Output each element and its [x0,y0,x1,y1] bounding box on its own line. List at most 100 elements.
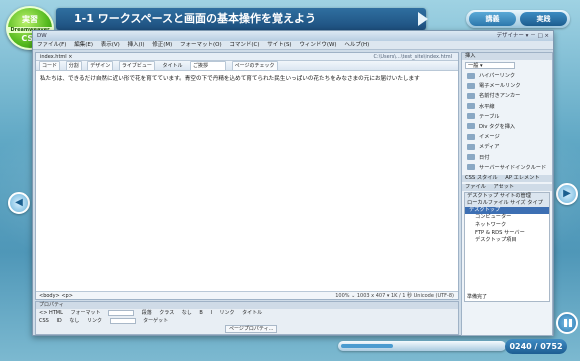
insert-ssi[interactable]: サーバーサイドインクルード [462,163,552,173]
window-controls[interactable]: デザイナー ▾ － □ × [497,31,549,41]
mode-lecture-button[interactable]: 講義 [469,12,516,26]
media-icon [467,143,475,150]
page-properties-button[interactable]: ページプロパティ... [225,325,278,333]
title-label: タイトル [162,63,183,69]
next-arrow-icon[interactable]: ▶ [556,183,578,205]
tree-item-network[interactable]: ネットワーク [465,222,549,230]
document-toolbar: コード 分割 デザイン ライブビュー タイトル ご挨拶 ページのチェック [36,61,458,71]
css-panel-tabs: CSS スタイル AP エレメント [462,174,552,182]
tag-selector[interactable]: <body> <p> [39,293,73,299]
table-icon [467,113,475,120]
menu-commands[interactable]: コマンド(C) [229,42,259,48]
insert-media[interactable]: メディア [462,142,552,152]
menu-window[interactable]: ウィンドウ(W) [299,42,336,48]
badge-label: 実習 [22,15,38,24]
files-panel: デスクトップ サイトの管理 ローカルファイル サイズ タイプ デスクトップ コン… [464,191,550,302]
split-view-button[interactable]: 分割 [65,61,82,71]
anchor-icon [467,92,475,99]
property-row-1: <> HTML フォーマット 段落 クラス なし B I リンク タイトル [36,309,458,317]
title-input[interactable]: ご挨拶 [190,61,227,71]
tab-ap-elements[interactable]: AP エレメント [505,175,539,181]
play-icon[interactable] [418,12,428,26]
time-display: 0240 / 0752 [505,339,567,354]
insert-div[interactable]: Div タグを挿入 [462,122,552,132]
email-icon [467,82,475,89]
live-view-button[interactable]: ライブビュー [118,61,155,71]
menu-modify[interactable]: 修正(M) [152,42,172,48]
link-input[interactable] [109,317,136,324]
menu-edit[interactable]: 編集(E) [74,42,93,48]
menu-file[interactable]: ファイル(F) [37,42,66,48]
div-icon [467,123,475,130]
window-titlebar: DW デザイナー ▾ － □ × [33,31,553,41]
tree-item-computer[interactable]: コンピューター [465,214,549,222]
status-info: 100% ⌄ 1003 x 407 ▾ 1K / 1 秒 Unicode (UT… [335,293,454,299]
property-header: プロパティ [36,302,458,309]
image-icon [467,133,475,140]
insert-image[interactable]: イメージ [462,132,552,142]
server-include-icon [467,164,475,171]
property-row-2: CSS ID なし リンク ターゲット [36,317,458,325]
design-view-button[interactable]: デザイン [87,61,114,71]
progress-fill [341,344,393,348]
status-bar: <body> <p> 100% ⌄ 1003 x 407 ▾ 1K / 1 秒 … [36,291,458,299]
target-label: ターゲット [143,318,169,324]
tab-assets[interactable]: アセット [493,184,514,190]
menu-insert[interactable]: 挿入(I) [128,42,145,48]
document-tab[interactable]: index.html × [40,54,72,60]
check-page-button[interactable]: ページのチェック [231,61,278,71]
design-canvas[interactable]: 私たちは、できるだけ自然に近い形で花を育てています。青空の下で丹精を込めて育てら… [36,71,458,87]
css-mode-button[interactable]: CSS [39,318,49,324]
id-label: ID [56,318,62,324]
insert-category-select[interactable]: 一般 ▾ [465,62,515,69]
horizontal-rule-icon [467,103,475,110]
menu-site[interactable]: サイト(S) [267,42,291,48]
format-select[interactable] [108,309,135,316]
insert-email-link[interactable]: 電子メールリンク [462,81,552,91]
hyperlink-icon [467,72,475,79]
tab-files[interactable]: ファイル [465,184,486,190]
date-icon [467,154,475,160]
panel-group: 挿入 一般 ▾ ハイパーリンク 電子メールリンク 名前付きアンカー 水平線 テー… [461,52,553,336]
html-mode-button[interactable]: <> HTML [39,310,63,316]
file-tree: デスクトップ コンピューター ネットワーク FTP & RDS サーバー デスク… [465,206,549,245]
mode-switch: 講義 実践 [466,10,570,28]
insert-table[interactable]: テーブル [462,112,552,122]
app-logo: DW [37,33,47,39]
files-columns: ローカルファイル サイズ タイプ [465,199,549,207]
files-location[interactable]: デスクトップ サイトの管理 [465,192,549,200]
previous-arrow-icon[interactable]: ◀ [8,192,30,214]
mode-practice-button[interactable]: 実践 [520,12,567,26]
italic-button[interactable]: I [210,310,211,316]
code-view-button[interactable]: コード [39,61,61,71]
insert-anchor[interactable]: 名前付きアンカー [462,91,552,101]
pause-icon[interactable] [556,312,578,334]
insert-date[interactable]: 日付 [462,153,552,163]
property-row-3: ページプロパティ... [36,325,458,333]
tab-css-styles[interactable]: CSS スタイル [465,175,498,181]
class-value[interactable]: なし [182,310,192,316]
files-status: 準備完了 [467,293,488,300]
insert-hr[interactable]: 水平線 [462,102,552,112]
insert-panel-header[interactable]: 挿入 [462,53,552,60]
link-label-1: リンク [219,310,235,316]
menu-help[interactable]: ヘルプ(H) [344,42,369,48]
insert-hyperlink[interactable]: ハイパーリンク [462,71,552,81]
files-panel-tabs: ファイル アセット [462,183,552,191]
document-pane: index.html × C:\Users\...\test_site\inde… [35,52,459,300]
format-value: 段落 [141,310,152,316]
menu-bar: ファイル(F) 編集(E) 表示(V) 挿入(I) 修正(M) フォーマット(O… [33,41,553,50]
id-value[interactable]: なし [69,318,79,324]
format-label: フォーマット [70,310,101,316]
menu-format[interactable]: フォーマット(O) [180,42,222,48]
tree-item-desktop-items[interactable]: デスクトップ項目 [465,237,549,245]
menu-view[interactable]: 表示(V) [101,42,120,48]
document-tab-bar: index.html × C:\Users\...\test_site\inde… [36,53,458,61]
progress-bar[interactable] [338,341,506,351]
bold-button[interactable]: B [199,310,202,316]
insert-list: ハイパーリンク 電子メールリンク 名前付きアンカー 水平線 テーブル Div タ… [462,71,552,173]
property-inspector: プロパティ <> HTML フォーマット 段落 クラス なし B I リンク タ… [35,301,459,335]
lesson-title: 1-1 ワークスペースと画面の基本操作を覚えよう [56,8,426,30]
document-path: C:\Users\...\test_site\index.html [373,54,452,60]
dreamweaver-window: DW デザイナー ▾ － □ × ファイル(F) 編集(E) 表示(V) 挿入(… [32,30,554,336]
